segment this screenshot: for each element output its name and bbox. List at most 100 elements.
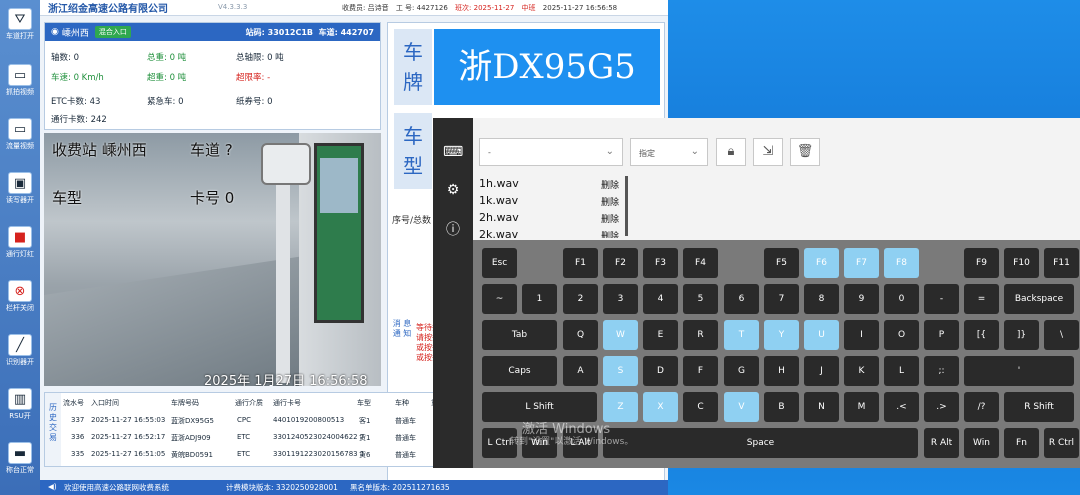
key-x[interactable]: X: [643, 392, 678, 422]
key-caps[interactable]: Caps: [482, 356, 557, 386]
key-r-ctrl[interactable]: R Ctrl: [1044, 428, 1079, 458]
key-f8[interactable]: F8: [884, 248, 919, 278]
paper-ticket: 纸券号: 0: [236, 97, 273, 107]
key-backspace[interactable]: Backspace: [1004, 284, 1074, 314]
key-c[interactable]: C: [683, 392, 718, 422]
key-[interactable]: ]}: [1004, 320, 1039, 350]
key-0[interactable]: 0: [884, 284, 919, 314]
key-q[interactable]: Q: [563, 320, 598, 350]
key-1[interactable]: 1: [522, 284, 557, 314]
info-icon[interactable]: ⓘ: [443, 220, 463, 240]
key-f5[interactable]: F5: [764, 248, 799, 278]
key-f9[interactable]: F9: [964, 248, 999, 278]
video-door-window: [320, 158, 358, 213]
key-v[interactable]: V: [724, 392, 759, 422]
key-i[interactable]: I: [844, 320, 879, 350]
key-f2[interactable]: F2: [603, 248, 638, 278]
key-[interactable]: \: [1044, 320, 1079, 350]
key-o[interactable]: O: [884, 320, 919, 350]
key-9[interactable]: 9: [844, 284, 879, 314]
key-f7[interactable]: F7: [844, 248, 879, 278]
key-4[interactable]: 4: [643, 284, 678, 314]
key-6[interactable]: 6: [724, 284, 759, 314]
key-e[interactable]: E: [643, 320, 678, 350]
key-[interactable]: [{: [964, 320, 999, 350]
key-win[interactable]: Win: [964, 428, 999, 458]
key-f3[interactable]: F3: [643, 248, 678, 278]
key-k[interactable]: K: [844, 356, 879, 386]
sidebar-item-scale[interactable]: ▬ 称台正常: [2, 438, 38, 490]
sidebar-item-rsu[interactable]: ▥ RSU开: [2, 384, 38, 436]
wav-file-name[interactable]: 1h.wav: [479, 177, 519, 190]
key-[interactable]: /?: [964, 392, 999, 422]
lane-icon: ⛛: [8, 8, 32, 30]
keyboard-icon[interactable]: ⌨: [443, 142, 463, 162]
sidebar-item-barrier[interactable]: ⊗ 栏杆关闭: [2, 276, 38, 328]
key-s[interactable]: S: [603, 356, 638, 386]
delete-link[interactable]: 删除: [601, 178, 619, 191]
sound-dropdown[interactable]: - ⌄: [479, 138, 623, 166]
key-[interactable]: ': [964, 356, 1074, 386]
key-t[interactable]: T: [724, 320, 759, 350]
key-7[interactable]: 7: [764, 284, 799, 314]
key-m[interactable]: M: [844, 392, 879, 422]
sidebar-item-snap-video[interactable]: ▭ 抓拍视频: [2, 60, 38, 112]
key-b[interactable]: B: [764, 392, 799, 422]
key-f4[interactable]: F4: [683, 248, 718, 278]
key-[interactable]: .>: [924, 392, 959, 422]
mode-dropdown[interactable]: 指定 ⌄: [630, 138, 708, 166]
key-r-alt[interactable]: R Alt: [924, 428, 959, 458]
key-w[interactable]: W: [603, 320, 638, 350]
key-f11[interactable]: F11: [1044, 248, 1079, 278]
key-p[interactable]: P: [924, 320, 959, 350]
mode-tag: 混合入口: [94, 26, 131, 38]
key-a[interactable]: A: [563, 356, 598, 386]
key-h[interactable]: H: [764, 356, 799, 386]
key-g[interactable]: G: [724, 356, 759, 386]
settings-gear-icon[interactable]: ⚙: [443, 180, 463, 200]
key-fn[interactable]: Fn: [1004, 428, 1039, 458]
key-esc[interactable]: Esc: [482, 248, 517, 278]
key-f1[interactable]: F1: [563, 248, 598, 278]
key-f6[interactable]: F6: [804, 248, 839, 278]
station-name: 嵊州西: [61, 28, 89, 39]
key-u[interactable]: U: [804, 320, 839, 350]
wav-file-name[interactable]: 1k.wav: [479, 194, 518, 207]
key-j[interactable]: J: [804, 356, 839, 386]
key-[interactable]: -: [924, 284, 959, 314]
delete-link[interactable]: 删除: [601, 229, 619, 238]
file-list-scrollbar[interactable]: [625, 176, 628, 236]
key-r[interactable]: R: [683, 320, 718, 350]
wav-file-name[interactable]: 2k.wav: [479, 228, 518, 238]
export-button[interactable]: ⇲: [753, 138, 783, 166]
lock-button[interactable]: 🔒︎: [716, 138, 746, 166]
key-d[interactable]: D: [643, 356, 678, 386]
sidebar-item-flow-video[interactable]: ▭ 流量视频: [2, 114, 38, 166]
key-5[interactable]: 5: [683, 284, 718, 314]
sidebar-item-light[interactable]: ■ 通行灯红: [2, 222, 38, 274]
key-3[interactable]: 3: [603, 284, 638, 314]
key-r-shift[interactable]: R Shift: [1004, 392, 1074, 422]
key-n[interactable]: N: [804, 392, 839, 422]
key-[interactable]: =: [964, 284, 999, 314]
delete-button[interactable]: 🗑︎: [790, 138, 820, 166]
key-[interactable]: ~: [482, 284, 517, 314]
sidebar-item-label: 识别器开: [6, 358, 34, 366]
key-f[interactable]: F: [683, 356, 718, 386]
key-[interactable]: .<: [884, 392, 919, 422]
key-f10[interactable]: F10: [1004, 248, 1039, 278]
delete-link[interactable]: 删除: [601, 212, 619, 225]
key-l[interactable]: L: [884, 356, 919, 386]
sidebar-item-reader[interactable]: ▣ 读写器开: [2, 168, 38, 220]
key-space[interactable]: Space: [603, 428, 918, 458]
lane-info-header: ◉ 嵊州西 混合入口 站码: 33012C1B 车道: 442707: [45, 23, 380, 41]
wav-file-name[interactable]: 2h.wav: [479, 211, 519, 224]
sidebar-item-recognizer[interactable]: ╱ 识别器开: [2, 330, 38, 382]
delete-link[interactable]: 删除: [601, 195, 619, 208]
key-[interactable]: ;:: [924, 356, 959, 386]
key-tab[interactable]: Tab: [482, 320, 557, 350]
key-y[interactable]: Y: [764, 320, 799, 350]
key-2[interactable]: 2: [563, 284, 598, 314]
key-8[interactable]: 8: [804, 284, 839, 314]
sidebar-item-lane-open[interactable]: ⛛ 车道打开: [2, 4, 38, 56]
